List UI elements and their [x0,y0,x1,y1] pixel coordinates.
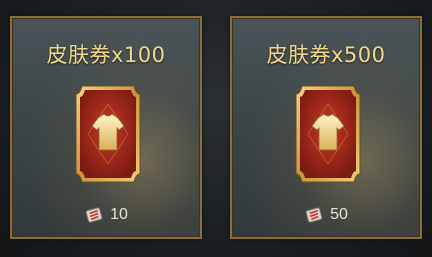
shop-item-skin-ticket-500[interactable]: 皮肤券x500 50 [230,16,422,239]
gem-icon [84,206,104,224]
shop-panel: 皮肤券x100 10 皮肤券x500 50 [0,0,432,257]
skin-ticket-icon [74,84,142,184]
price-value: 10 [110,206,128,223]
price-row: 50 [232,204,420,226]
price-row: 10 [12,204,200,226]
skin-ticket-icon [294,84,362,184]
shop-item-skin-ticket-100[interactable]: 皮肤券x100 10 [10,16,202,239]
item-title: 皮肤券x100 [46,43,166,67]
gem-icon [304,206,324,224]
item-title: 皮肤券x500 [266,43,386,67]
price-value: 50 [330,206,348,223]
